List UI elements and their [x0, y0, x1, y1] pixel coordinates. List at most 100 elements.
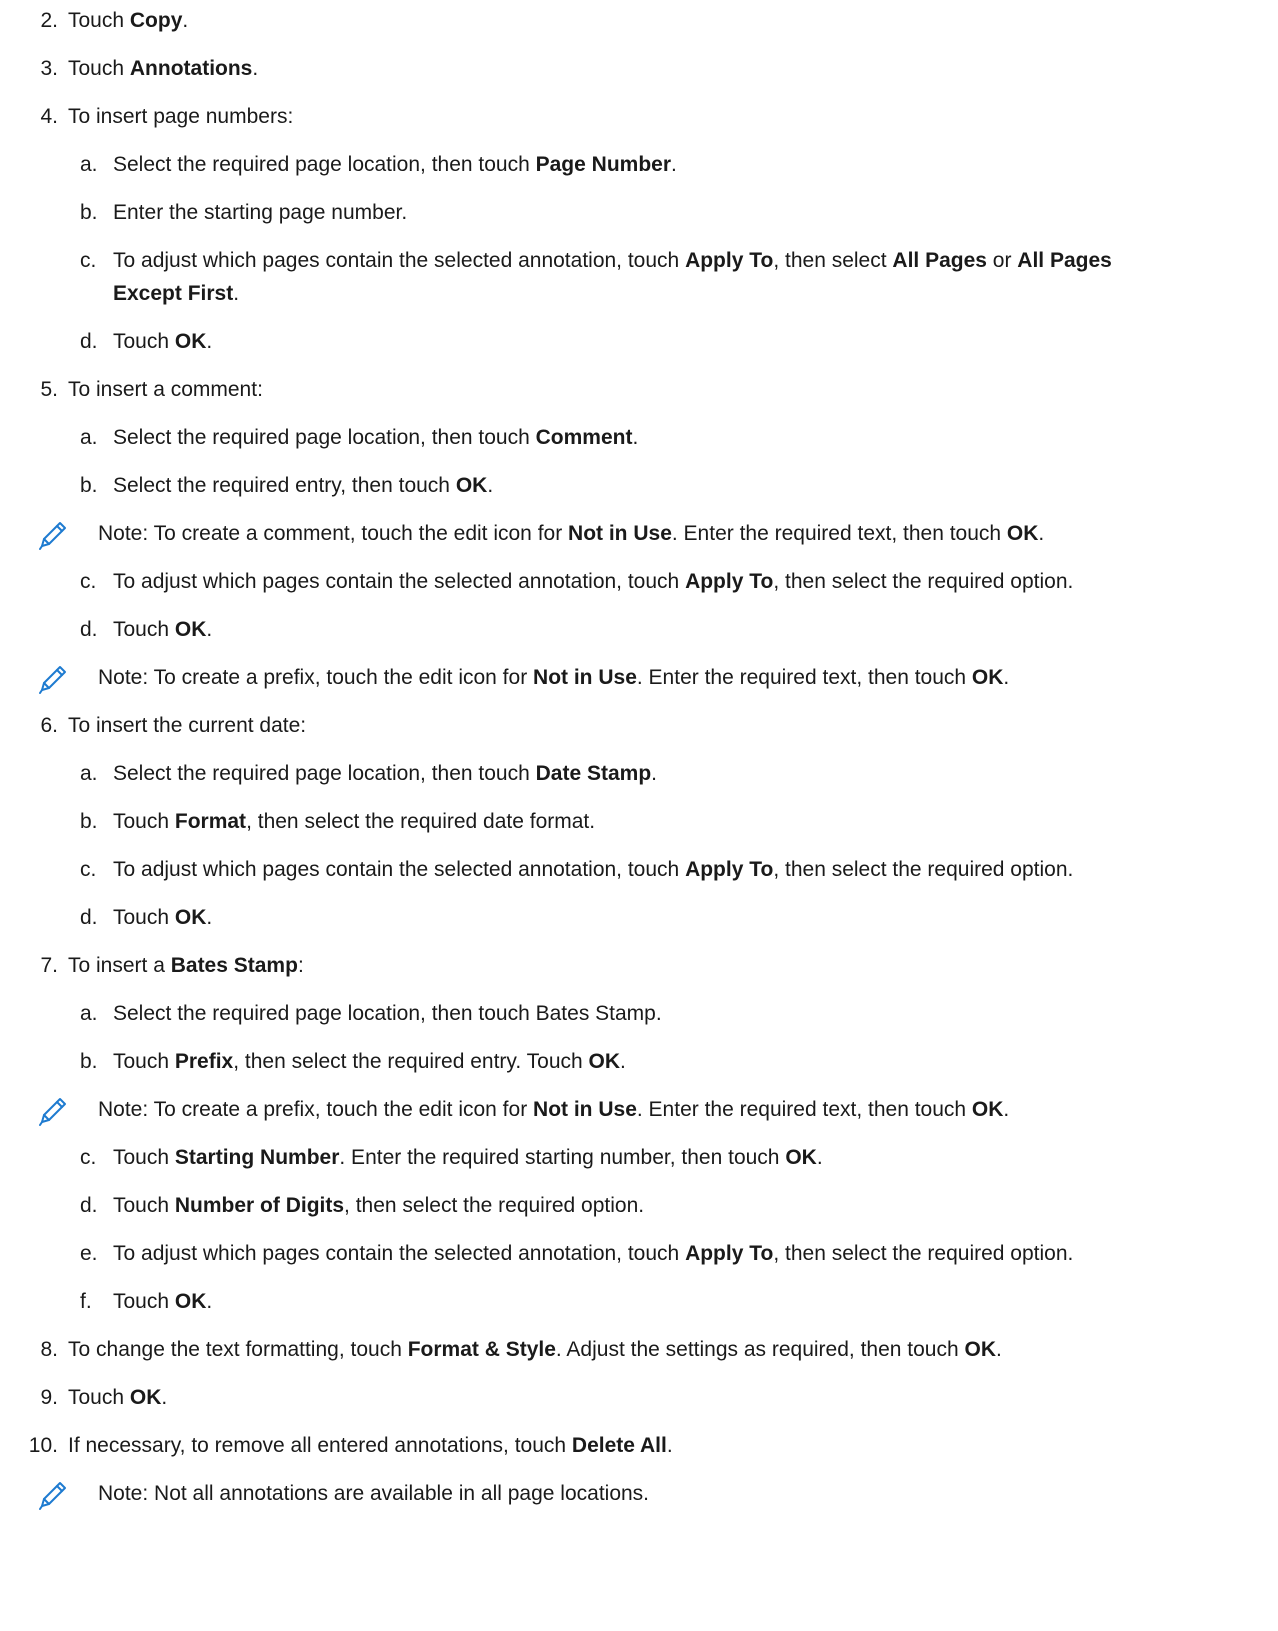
substep-text: Select the required page location, then …: [113, 999, 662, 1029]
text-run: , then select the required option.: [344, 1194, 645, 1217]
text-run: .: [1038, 522, 1045, 545]
text-run: .: [671, 153, 677, 176]
substep-text: Select the required page location, then …: [113, 150, 677, 180]
step-number: 3.: [40, 57, 58, 80]
ui-term: Bates Stamp: [170, 954, 298, 977]
text-run: .: [620, 1050, 626, 1073]
ui-term: OK: [785, 1146, 817, 1169]
ui-term: Copy: [129, 9, 183, 32]
text-run: . Enter the required text, then touch: [671, 522, 1007, 545]
substep-text: To adjust which pages contain the select…: [113, 1239, 1073, 1269]
step-number: 4.: [40, 105, 58, 128]
text-run: .: [632, 426, 639, 449]
step-number: 8.: [40, 1338, 58, 1361]
text-run: .: [206, 906, 213, 929]
text-run: .: [182, 9, 189, 32]
ui-term: All Pages: [892, 249, 987, 272]
step-text: To insert a comment:: [68, 375, 263, 405]
step-text: Touch Copy.: [68, 6, 188, 36]
substep-letter: c.: [80, 570, 97, 593]
text-run: To insert a: [68, 954, 171, 977]
ui-term: All Pages: [1017, 249, 1112, 272]
text-run: .: [666, 1434, 673, 1457]
text-run: .: [996, 1338, 1002, 1361]
text-run: .: [206, 1290, 213, 1313]
step-number: 10.: [28, 1434, 58, 1457]
ui-term: OK: [971, 1098, 1004, 1121]
substep-text: Touch OK.: [113, 327, 212, 357]
text-run: To adjust which pages contain the select…: [113, 858, 686, 881]
text-run: Note: To create a prefix, touch the edit…: [98, 666, 534, 689]
text-run: .: [1003, 666, 1010, 689]
substep-letter: a.: [80, 762, 98, 785]
substep-letter: b.: [80, 201, 98, 224]
substep-letter: b.: [80, 1050, 98, 1073]
ui-term: Delete All: [571, 1434, 667, 1457]
ui-term: Not in Use: [568, 522, 672, 545]
text-run: Touch: [68, 9, 130, 32]
substep-text: Touch Format, then select the required d…: [113, 807, 595, 837]
ui-term: OK: [129, 1386, 162, 1409]
substep-letter: c.: [80, 858, 97, 881]
substep-text: Except First.: [113, 279, 239, 309]
substep-letter: e.: [80, 1242, 98, 1265]
text-run: .: [487, 474, 494, 497]
substep-letter: a.: [80, 1002, 98, 1025]
text-run: Touch: [68, 57, 130, 80]
substep-text: Select the required entry, then touch OK…: [113, 471, 493, 501]
text-run: . Enter the required text, then touch: [636, 666, 972, 689]
text-run: .: [206, 330, 213, 353]
step-number: 7.: [40, 954, 58, 977]
text-run: To adjust which pages contain the select…: [113, 1242, 686, 1265]
substep-letter: a.: [80, 426, 98, 449]
step-text: Touch OK.: [68, 1383, 167, 1413]
substep-text: Select the required page location, then …: [113, 759, 657, 789]
substep-text: Touch OK.: [113, 615, 212, 645]
text-run: . Enter the required starting number, th…: [339, 1146, 786, 1169]
note-text: Note: To create a prefix, touch the edit…: [98, 663, 1009, 693]
ui-term: Comment: [535, 426, 633, 449]
text-run: Note: Not all annotations are available …: [98, 1482, 650, 1505]
substep-text: Touch OK.: [113, 1287, 212, 1317]
text-run: Select the required page location, then …: [113, 153, 536, 176]
text-run: .: [206, 618, 213, 641]
document-page: 2. Touch Copy. 3. Touch Annotations. 4. To in…: [0, 0, 1278, 1631]
text-run: Touch: [113, 1290, 175, 1313]
text-run: Select the required page location, then …: [113, 426, 536, 449]
text-run: Select the required page location, then …: [113, 762, 536, 785]
text-run: .: [816, 1146, 823, 1169]
substep-letter: d.: [80, 906, 98, 929]
step-text: If necessary, to remove all entered anno…: [68, 1431, 673, 1461]
substep-text: Touch Starting Number. Enter the require…: [113, 1143, 823, 1173]
text-run: Note: To create a comment, touch the edi…: [98, 522, 569, 545]
text-run: Note: To create a prefix, touch the edit…: [98, 1098, 534, 1121]
step-number: 5.: [40, 378, 58, 401]
ui-term: Apply To: [685, 1242, 774, 1265]
text-run: . Enter the required text, then touch: [636, 1098, 972, 1121]
substep-text: Enter the starting page number.: [113, 198, 407, 228]
text-run: Touch: [113, 1194, 175, 1217]
note-text: Note: To create a comment, touch the edi…: [98, 519, 1044, 549]
text-run: . Adjust the settings as required, then …: [555, 1338, 965, 1361]
pencil-icon: [34, 1095, 70, 1127]
text-run: , then select the required option.: [773, 1242, 1074, 1265]
text-run: Select the required entry, then touch: [113, 474, 456, 497]
ui-term: OK: [174, 618, 207, 641]
step-number: 2.: [40, 9, 58, 32]
text-run: To insert a comment:: [68, 378, 263, 401]
ui-term: Not in Use: [533, 666, 637, 689]
text-run: , then select the required option.: [773, 858, 1074, 881]
step-text: To insert a Bates Stamp:: [68, 951, 304, 981]
ui-term: Apply To: [685, 858, 774, 881]
text-run: To change the text formatting, touch: [68, 1338, 408, 1361]
text-run: , then select the required entry. Touch: [233, 1050, 589, 1073]
substep-text: Touch Number of Digits, then select the …: [113, 1191, 644, 1221]
ui-term: Page Number: [535, 153, 671, 176]
ui-term: OK: [1006, 522, 1039, 545]
substep-letter: c.: [80, 1146, 97, 1169]
text-run: Touch: [113, 810, 175, 833]
text-run: Touch: [113, 618, 175, 641]
ui-term: Except First: [113, 282, 234, 305]
substep-text: To adjust which pages contain the select…: [113, 855, 1073, 885]
ui-term: Date Stamp: [535, 762, 652, 785]
